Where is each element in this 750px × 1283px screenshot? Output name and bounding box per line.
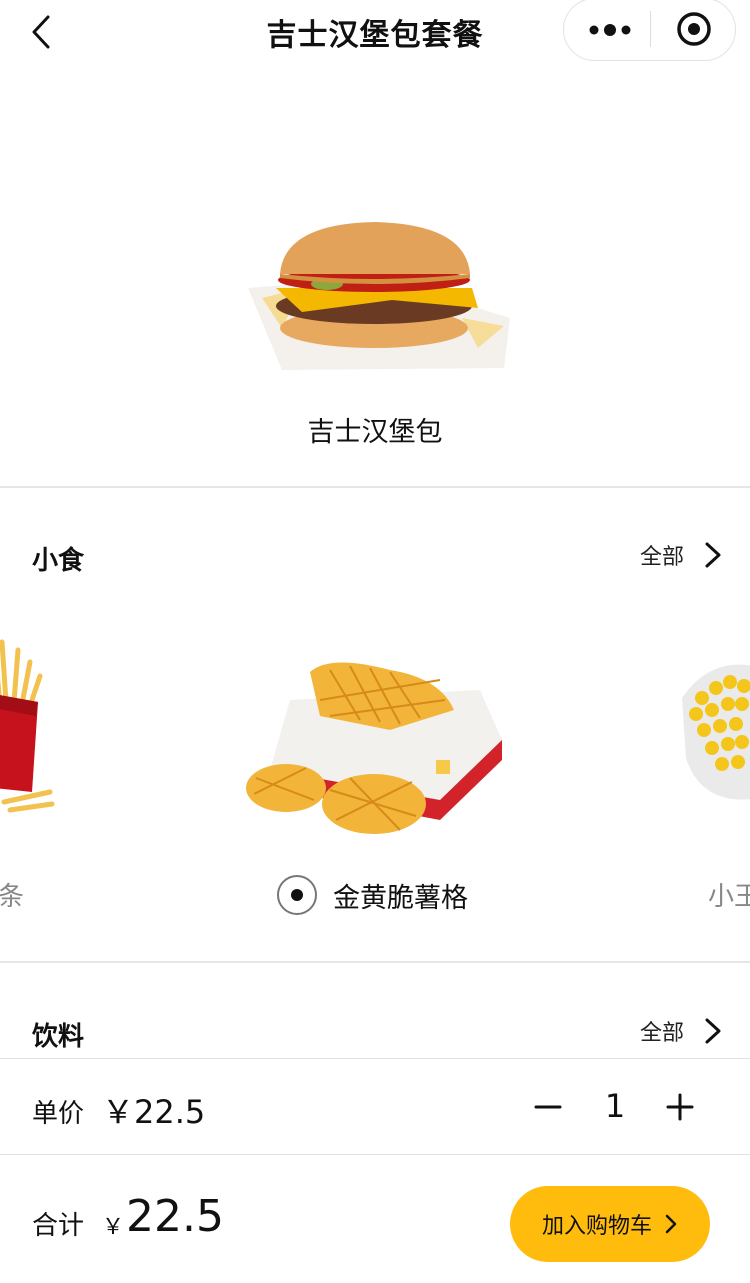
close-miniprogram-icon[interactable]	[675, 10, 713, 48]
cheeseburger-image	[248, 222, 510, 370]
more-options-icon[interactable]	[588, 19, 632, 41]
capsule-divider	[650, 11, 651, 47]
snacks-section-title: 小食	[32, 546, 85, 576]
radio-dot	[291, 889, 303, 901]
drinks-section-title: 饮料	[32, 1022, 85, 1052]
chevron-right-icon	[665, 1214, 677, 1234]
snack-selected-radio[interactable]	[277, 875, 317, 915]
unit-price-bar: 单价 ￥22.5 1	[0, 1058, 750, 1154]
main-item-name: 吉士汉堡包	[307, 417, 443, 448]
drinks-see-all-link[interactable]: 全部	[640, 1014, 722, 1048]
corn-cup-image[interactable]	[672, 658, 750, 826]
see-all-label: 全部	[639, 545, 684, 570]
total-value: 22.5	[126, 1191, 224, 1242]
add-to-cart-button[interactable]: 加入购物车	[510, 1186, 710, 1262]
section-divider	[0, 961, 750, 963]
chevron-right-icon	[705, 542, 721, 568]
snack-item-label: 小王	[708, 882, 750, 912]
top-nav-bar: 吉士汉堡包套餐	[0, 0, 750, 62]
waffle-fries-image[interactable]	[240, 660, 508, 840]
snack-item-label[interactable]: 金黄脆薯格	[333, 876, 468, 915]
total-label: 合计	[32, 1211, 85, 1241]
section-divider	[0, 486, 750, 488]
fries-image[interactable]	[0, 632, 90, 822]
unit-price-label: 单价	[32, 1099, 85, 1129]
plus-icon[interactable]	[662, 1089, 698, 1125]
chevron-right-icon	[705, 1018, 721, 1044]
snack-item-label: 条	[0, 882, 25, 912]
see-all-label: 全部	[639, 1021, 684, 1046]
quantity-value: 1	[604, 1087, 626, 1125]
unit-price-value: ￥22.5	[102, 1093, 206, 1131]
snacks-see-all-link[interactable]: 全部	[640, 538, 722, 572]
total-bar: 合计 ￥ 22.5 加入购物车	[0, 1154, 750, 1283]
total-currency: ￥	[102, 1215, 125, 1240]
miniprogram-capsule	[563, 0, 736, 61]
add-to-cart-label: 加入购物车	[541, 1214, 652, 1239]
minus-icon[interactable]	[530, 1089, 566, 1125]
